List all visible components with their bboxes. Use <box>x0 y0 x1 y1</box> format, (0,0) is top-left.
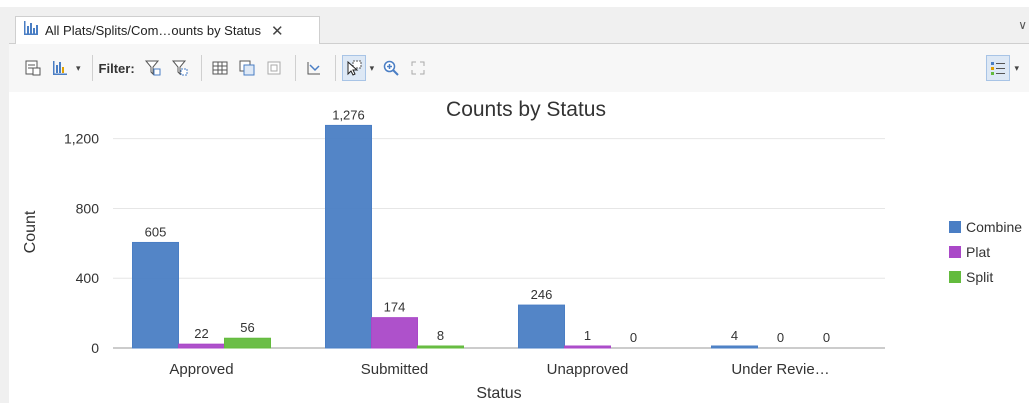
bar-plat <box>564 345 611 349</box>
add-chart-button[interactable] <box>48 55 72 81</box>
full-extent-button[interactable] <box>406 55 430 81</box>
legend-swatch-combine <box>949 221 961 233</box>
zoom-in-button[interactable] <box>379 55 403 81</box>
bar-split <box>224 337 271 349</box>
chevron-down-icon[interactable]: ▾ <box>76 63 81 74</box>
bar-combine <box>132 241 179 349</box>
x-tick-label: Approved <box>169 361 233 378</box>
data-label: 0 <box>823 330 830 345</box>
legend-label: Combine <box>966 219 1022 235</box>
full-extent-icon <box>411 61 425 75</box>
bar-chart-icon <box>23 20 39 41</box>
filter-selection-button[interactable] <box>168 55 192 81</box>
tab-title: All Plats/Splits/Com…ounts by Status <box>45 23 262 38</box>
chevron-down-icon[interactable]: ▾ <box>1014 63 1019 74</box>
data-label: 0 <box>630 330 637 345</box>
bar-split <box>417 345 464 349</box>
filter-selection-icon <box>171 60 188 76</box>
properties-button[interactable] <box>21 55 45 81</box>
export-icon <box>307 62 320 75</box>
y-axis-label: Count <box>22 210 39 253</box>
top-strip <box>0 0 1029 7</box>
select-arrow-icon <box>347 60 362 76</box>
toolbar-separator <box>334 55 336 81</box>
legend-swatch-split <box>949 271 961 283</box>
filter-extent-button[interactable] <box>141 55 165 81</box>
add-chart-icon <box>53 61 67 75</box>
bar-plat <box>371 317 418 349</box>
chart-toolbar: ▾ Filter: ▾ ▾ <box>9 44 1029 92</box>
data-label: 246 <box>531 287 553 302</box>
bar-combine <box>711 345 758 349</box>
zoom-in-icon <box>383 60 399 76</box>
select-tool-button[interactable] <box>341 55 366 81</box>
x-axis-label: Status <box>476 385 521 402</box>
data-label: 4 <box>731 328 738 343</box>
data-label: 1 <box>584 328 591 343</box>
data-label: 174 <box>384 300 406 315</box>
chart-tab[interactable]: All Plats/Splits/Com…ounts by Status ✕ <box>15 16 320 44</box>
y-tick-label: 1,200 <box>64 131 99 147</box>
y-tick-label: 800 <box>76 200 100 216</box>
left-edge <box>0 7 9 403</box>
bar-plat <box>178 343 225 349</box>
table-icon <box>212 61 228 75</box>
chevron-down-icon[interactable]: ▾ <box>370 63 375 74</box>
toolbar-separator <box>91 55 93 81</box>
x-tick-label: Unapproved <box>547 361 629 378</box>
bar-combine <box>518 304 565 349</box>
clear-selection-icon <box>267 61 281 75</box>
tab-bar: All Plats/Splits/Com…ounts by Status ✕ ∨ <box>9 7 1029 44</box>
properties-icon <box>25 60 41 76</box>
data-label: 8 <box>437 328 444 343</box>
switch-selection-button[interactable] <box>235 55 259 81</box>
clear-selection-button[interactable] <box>262 55 286 81</box>
toolbar-separator <box>200 55 202 81</box>
legend-swatch-plat <box>949 246 961 258</box>
export-button[interactable] <box>302 55 326 81</box>
list-icon <box>991 62 1006 75</box>
chart-area: Counts by Status 0 400 800 1,200 Count 605 22 56… <box>9 92 1029 403</box>
chart-title: Counts by Status <box>446 98 606 121</box>
data-label: 22 <box>194 326 208 341</box>
filter-extent-icon <box>144 60 161 76</box>
legend-label: Split <box>966 269 993 285</box>
close-icon[interactable]: ✕ <box>271 22 284 40</box>
x-tick-label: Under Revie… <box>731 361 829 378</box>
y-tick-label: 0 <box>91 340 99 356</box>
toolbar-separator <box>294 55 296 81</box>
legend-label: Plat <box>966 244 990 260</box>
data-label: 605 <box>145 224 167 239</box>
data-label: 56 <box>240 320 254 335</box>
switch-selection-icon <box>239 60 255 76</box>
data-label: 1,276 <box>332 107 365 122</box>
toolbar-right: ▾ <box>986 55 1024 81</box>
filter-label: Filter: <box>98 60 135 76</box>
tab-menu-chevron-icon[interactable]: ∨ <box>1018 18 1027 32</box>
data-label: 0 <box>777 330 784 345</box>
legend-toggle-button[interactable] <box>986 55 1011 81</box>
x-tick-label: Submitted <box>361 361 429 378</box>
bar-combine <box>325 124 372 349</box>
table-button[interactable] <box>208 55 232 81</box>
y-tick-label: 400 <box>76 270 100 286</box>
bar-chart: Counts by Status04008001,200Count 60522 56… <box>22 98 1022 402</box>
